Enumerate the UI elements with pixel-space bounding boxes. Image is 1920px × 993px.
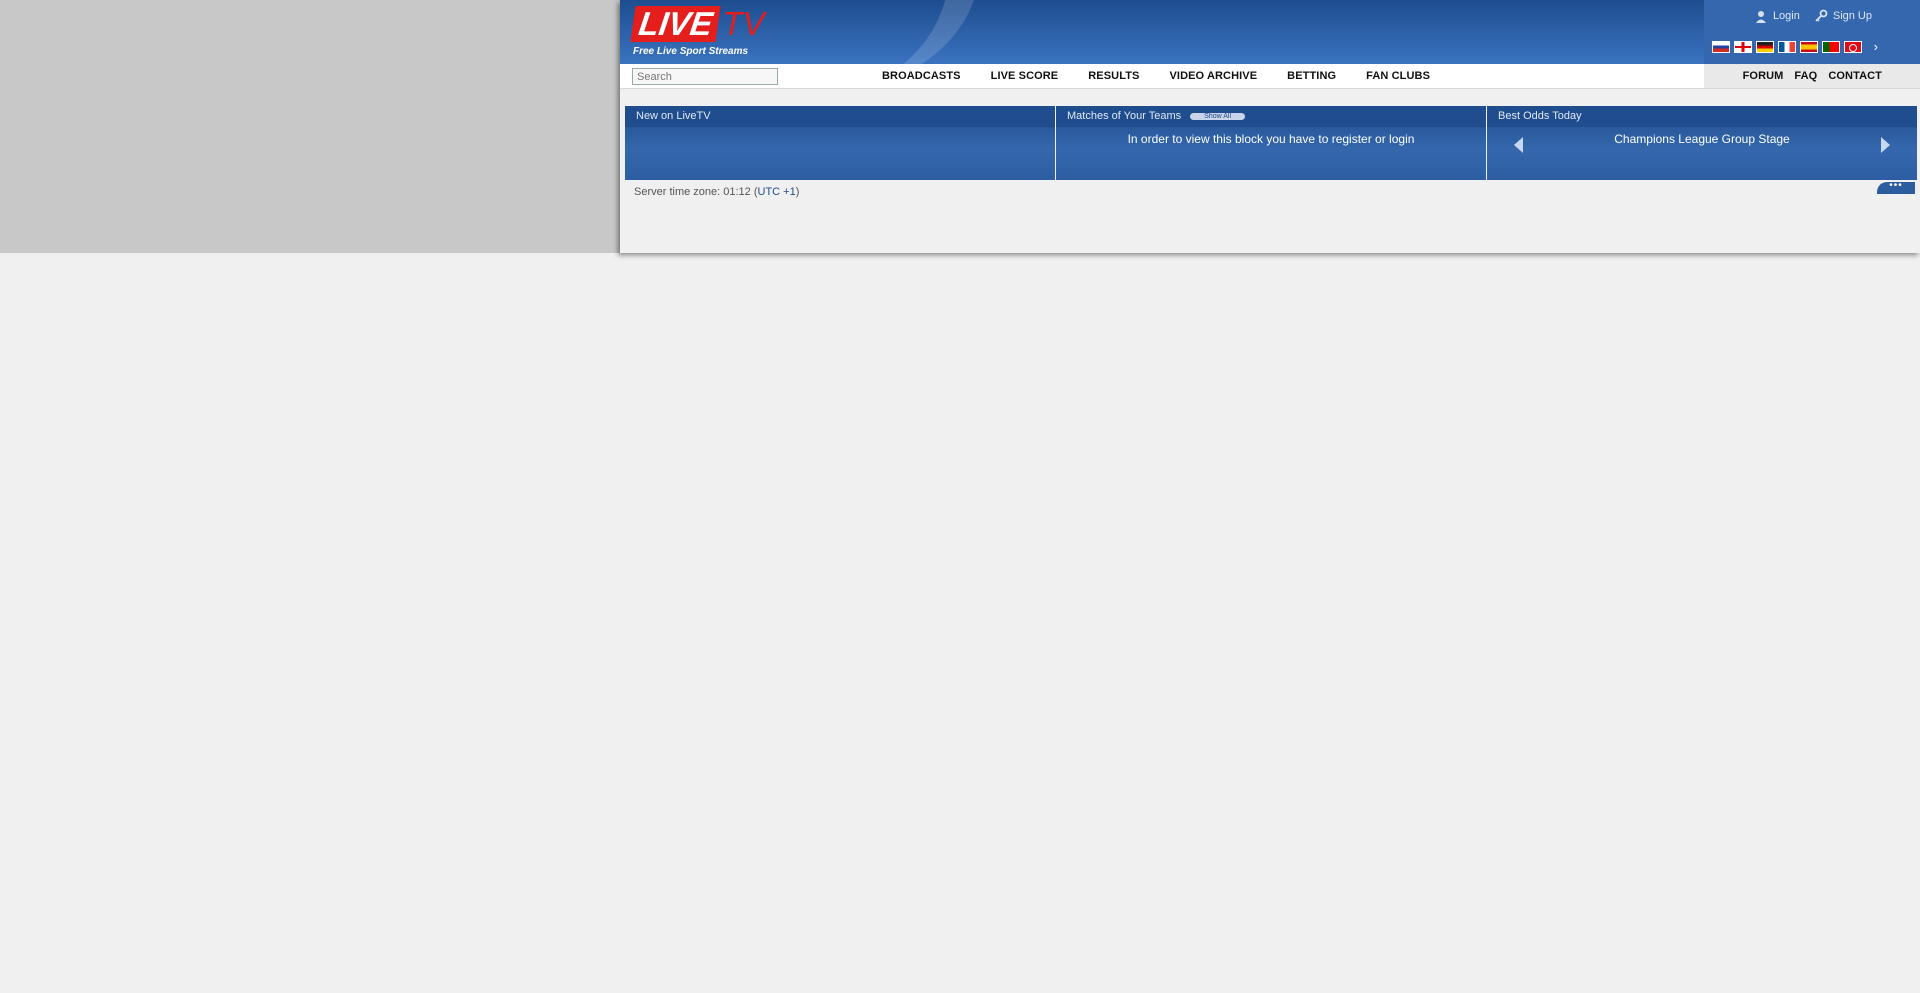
search-input[interactable] [632, 68, 778, 85]
more-options-button[interactable]: ••• [1877, 181, 1915, 194]
previous-arrow-icon[interactable] [1514, 137, 1523, 153]
nav-forum[interactable]: FORUM [1743, 70, 1784, 82]
nav-contact[interactable]: CONTACT [1828, 70, 1882, 82]
server-time-zone: Server time zone: 01:12 (UTC +1) [634, 186, 799, 198]
odds-competition-title: Champions League Group Stage [1614, 132, 1790, 146]
signup-link[interactable]: Sign Up [1814, 9, 1872, 23]
panel-body [625, 127, 1055, 180]
login-link[interactable]: Login [1754, 9, 1800, 23]
site-logo[interactable]: LIVE TV [630, 5, 765, 42]
flag-portuguese-icon[interactable] [1821, 40, 1840, 53]
panel-body: Champions League Group Stage [1487, 127, 1917, 180]
signup-label: Sign Up [1832, 10, 1872, 22]
auth-links: Login Sign Up [1754, 9, 1872, 23]
server-time-prefix: Server time zone: 01:12 ( [634, 186, 758, 198]
login-label: Login [1772, 10, 1800, 22]
site-tagline: Free Live Sport Streams [633, 46, 749, 57]
nav-betting[interactable]: BETTING [1287, 70, 1336, 82]
utc-offset-link[interactable]: UTC +1 [758, 186, 796, 198]
user-icon [1755, 11, 1766, 23]
panel-title: New on LiveTV [625, 106, 1055, 127]
panel-new-on-livetv: New on LiveTV [625, 106, 1055, 180]
nav-faq[interactable]: FAQ [1794, 70, 1817, 82]
flag-english-icon[interactable] [1733, 40, 1752, 53]
flag-spanish-icon[interactable] [1799, 40, 1818, 53]
panel-matches-of-your-teams: Matches of Your Teams Show All In order … [1056, 106, 1486, 180]
flag-russian-icon[interactable] [1711, 40, 1730, 53]
left-blank-area [0, 0, 620, 253]
info-panels: New on LiveTV Matches of Your Teams Show… [625, 106, 1917, 180]
chevron-right-icon[interactable]: › [1874, 39, 1878, 54]
panel-title: Best Odds Today [1487, 106, 1917, 127]
panel-title: Matches of Your Teams [1067, 110, 1182, 122]
nav-fan-clubs[interactable]: FAN CLUBS [1366, 70, 1430, 82]
nav-live-score[interactable]: LIVE SCORE [991, 70, 1059, 82]
logo-live-text: LIVE [630, 5, 721, 42]
site-container: LIVE TV Free Live Sport Streams Login Sig… [620, 0, 1920, 253]
panel-header: Matches of Your Teams Show All [1056, 106, 1486, 127]
nav-video-archive[interactable]: VIDEO ARCHIVE [1169, 70, 1257, 82]
key-icon [1815, 9, 1828, 22]
flag-german-icon[interactable] [1755, 40, 1774, 53]
server-time-suffix: ) [795, 186, 800, 198]
panel-body: In order to view this block you have to … [1056, 127, 1486, 180]
show-all-button[interactable]: Show All [1190, 113, 1246, 120]
next-arrow-icon[interactable] [1881, 137, 1890, 153]
flag-french-icon[interactable] [1777, 40, 1796, 53]
main-nav-links: BROADCASTS LIVE SCORE RESULTS VIDEO ARCH… [882, 70, 1460, 82]
nav-broadcasts[interactable]: BROADCASTS [882, 70, 961, 82]
flag-turkish-icon[interactable] [1843, 40, 1862, 53]
main-navbar: BROADCASTS LIVE SCORE RESULTS VIDEO ARCH… [620, 64, 1920, 89]
nav-results[interactable]: RESULTS [1088, 70, 1139, 82]
secondary-nav-links: FORUM FAQ CONTACT [1743, 70, 1882, 82]
logo-tv-text: TV [722, 5, 765, 42]
panel-best-odds-today: Best Odds Today Champions League Group S… [1487, 106, 1917, 180]
language-flags: › [1711, 39, 1878, 54]
login-required-message: In order to view this block you have to … [1127, 132, 1415, 146]
